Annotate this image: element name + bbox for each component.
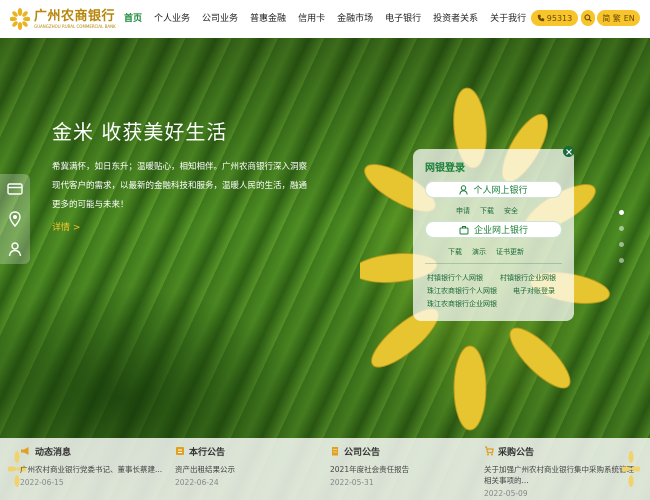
news-summary[interactable]: 广州农村商业银行党委书记、董事长蔡建... bbox=[20, 464, 170, 475]
top-header: 广州农商银行 GUANGZHOU RURAL COMMERCIAL BANK 首… bbox=[0, 0, 650, 38]
hero-description: 希冀满怀，如日东升；温暖贴心，相知相伴。广州农商银行深入洞察现代客户的需求，以最… bbox=[52, 162, 308, 210]
procurement-icon bbox=[485, 446, 494, 456]
hotline-number: 95313 bbox=[546, 13, 573, 23]
quick-link-village-personal[interactable]: 村镇银行个人网银 bbox=[427, 273, 483, 283]
nav-personal[interactable]: 个人业务 bbox=[148, 0, 196, 38]
news-title: 动态消息 bbox=[35, 447, 72, 458]
news-summary[interactable]: 关于加强广州农村商业银行集中采购系统管理相关事项的... bbox=[484, 464, 634, 486]
nav-inclusive-finance[interactable]: 普惠金融 bbox=[244, 0, 292, 38]
login-panel-title: 网银登录 bbox=[425, 163, 465, 174]
login-close-button[interactable] bbox=[563, 146, 574, 157]
nav-credit-card[interactable]: 信用卡 bbox=[292, 0, 331, 38]
location-pin-icon bbox=[9, 211, 21, 227]
slider-dot-2[interactable] bbox=[619, 226, 624, 231]
enterprise-banking-label: 企业网上银行 bbox=[473, 226, 528, 236]
news-date: 2022-05-09 bbox=[484, 489, 528, 498]
hero-title: 金米 收获美好生活 bbox=[52, 120, 228, 144]
news-strip: 动态消息 广州农村商业银行党委书记、董事长蔡建... 2022-06-15 本行… bbox=[0, 438, 650, 500]
language-switch[interactable]: 简 繁 EN bbox=[597, 10, 640, 26]
nav-about-us[interactable]: 关于我行 bbox=[484, 0, 532, 38]
lang-english[interactable]: EN bbox=[624, 14, 635, 23]
quick-link-village-enterprise[interactable]: 村镇银行企业网银 bbox=[500, 273, 556, 283]
flower-deco-icon bbox=[622, 451, 640, 487]
bank-logo[interactable]: 广州农商银行 GUANGZHOU RURAL COMMERCIAL BANK bbox=[10, 6, 120, 32]
nav-investor-relations[interactable]: 投资者关系 bbox=[427, 0, 484, 38]
side-toolbar bbox=[0, 174, 30, 264]
nav-corporate[interactable]: 公司业务 bbox=[196, 0, 244, 38]
quick-link-zhujiang-enterprise[interactable]: 珠江农商银行企业网银 bbox=[427, 299, 497, 309]
news-summary[interactable]: 2021年度社会责任报告 bbox=[330, 464, 480, 475]
logo-title: 广州农商银行 bbox=[34, 8, 116, 24]
slider-pagination bbox=[619, 210, 625, 265]
personal-links: 申请 下载 安全 bbox=[456, 206, 518, 216]
slider-dot-3[interactable] bbox=[619, 242, 624, 247]
news-heading: 本行公告 bbox=[175, 444, 325, 458]
phone-icon bbox=[537, 14, 544, 22]
search-button[interactable] bbox=[581, 10, 595, 26]
nav-home[interactable]: 首页 bbox=[118, 0, 148, 38]
news-date: 2022-05-31 bbox=[330, 478, 374, 487]
briefcase-icon bbox=[459, 225, 469, 234]
quick-link-zhujiang-personal[interactable]: 珠江农商银行个人网银 bbox=[427, 286, 497, 296]
login-divider bbox=[425, 263, 562, 264]
service-shortcut-button[interactable] bbox=[4, 238, 26, 260]
nav-e-banking[interactable]: 电子银行 bbox=[379, 0, 427, 38]
news-column-company-notice[interactable]: 公司公告 2021年度社会责任报告 2022-05-31 bbox=[330, 444, 480, 500]
news-title: 本行公告 bbox=[189, 447, 226, 458]
slider-dot-1[interactable] bbox=[619, 210, 624, 215]
news-column-dynamic[interactable]: 动态消息 广州农村商业银行党委书记、董事长蔡建... 2022-06-15 bbox=[20, 444, 170, 500]
megaphone-icon bbox=[21, 447, 29, 455]
news-summary[interactable]: 资产出租结果公示 bbox=[175, 464, 325, 475]
personal-banking-button[interactable]: 个人网上银行 bbox=[425, 181, 562, 198]
search-icon bbox=[584, 14, 592, 22]
hero-details-link[interactable]: 详情 > bbox=[52, 220, 80, 233]
news-heading: 采购公告 bbox=[484, 444, 634, 458]
news-date: 2022-06-24 bbox=[175, 478, 219, 487]
location-shortcut-button[interactable] bbox=[4, 208, 26, 230]
notice-icon bbox=[176, 447, 184, 455]
news-title: 公司公告 bbox=[344, 447, 381, 458]
enterprise-cert-update-link[interactable]: 证书更新 bbox=[496, 247, 524, 257]
building-icon bbox=[332, 447, 338, 456]
news-date: 2022-06-15 bbox=[20, 478, 64, 487]
close-icon bbox=[565, 148, 572, 155]
news-column-procurement[interactable]: 采购公告 关于加强广州农村商业银行集中采购系统管理相关事项的... 2022-0… bbox=[484, 444, 634, 500]
user-service-icon bbox=[8, 242, 22, 257]
sunflower-deco-right bbox=[620, 438, 642, 500]
lang-chinese[interactable]: 简 繁 bbox=[602, 13, 621, 24]
news-title: 采购公告 bbox=[498, 447, 535, 458]
enterprise-demo-link[interactable]: 演示 bbox=[472, 247, 486, 257]
slider-dot-4[interactable] bbox=[619, 258, 624, 263]
card-icon bbox=[7, 183, 23, 195]
online-banking-login-panel: 网银登录 个人网上银行 申请 下载 安全 企业网上银行 下载 演示 证书更新 村… bbox=[413, 146, 574, 321]
enterprise-banking-button[interactable]: 企业网上银行 bbox=[425, 221, 562, 238]
logo-subtitle: GUANGZHOU RURAL COMMERCIAL BANK bbox=[34, 23, 116, 29]
enterprise-links: 下载 演示 证书更新 bbox=[448, 247, 524, 257]
personal-banking-label: 个人网上银行 bbox=[473, 186, 528, 196]
quick-link-e-statement[interactable]: 电子对账登录 bbox=[513, 286, 555, 296]
enterprise-download-link[interactable]: 下载 bbox=[448, 247, 462, 257]
news-heading: 公司公告 bbox=[330, 444, 480, 458]
hotline-button[interactable]: 95313 bbox=[531, 10, 578, 26]
logo-icon bbox=[10, 8, 30, 30]
main-nav: 首页 个人业务 公司业务 普惠金融 信用卡 金融市场 电子银行 投资者关系 关于… bbox=[118, 0, 532, 38]
card-shortcut-button[interactable] bbox=[4, 178, 26, 200]
news-heading: 动态消息 bbox=[20, 444, 170, 458]
personal-security-link[interactable]: 安全 bbox=[504, 206, 518, 216]
nav-financial-markets[interactable]: 金融市场 bbox=[331, 0, 379, 38]
person-icon bbox=[459, 184, 469, 195]
personal-download-link[interactable]: 下载 bbox=[480, 206, 494, 216]
news-column-bank-notice[interactable]: 本行公告 资产出租结果公示 2022-06-24 bbox=[175, 444, 325, 500]
personal-apply-link[interactable]: 申请 bbox=[456, 206, 470, 216]
hero-banner: 金米 收获美好生活 希冀满怀，如日东升；温暖贴心，相知相伴。广州农商银行深入洞察… bbox=[0, 38, 650, 500]
